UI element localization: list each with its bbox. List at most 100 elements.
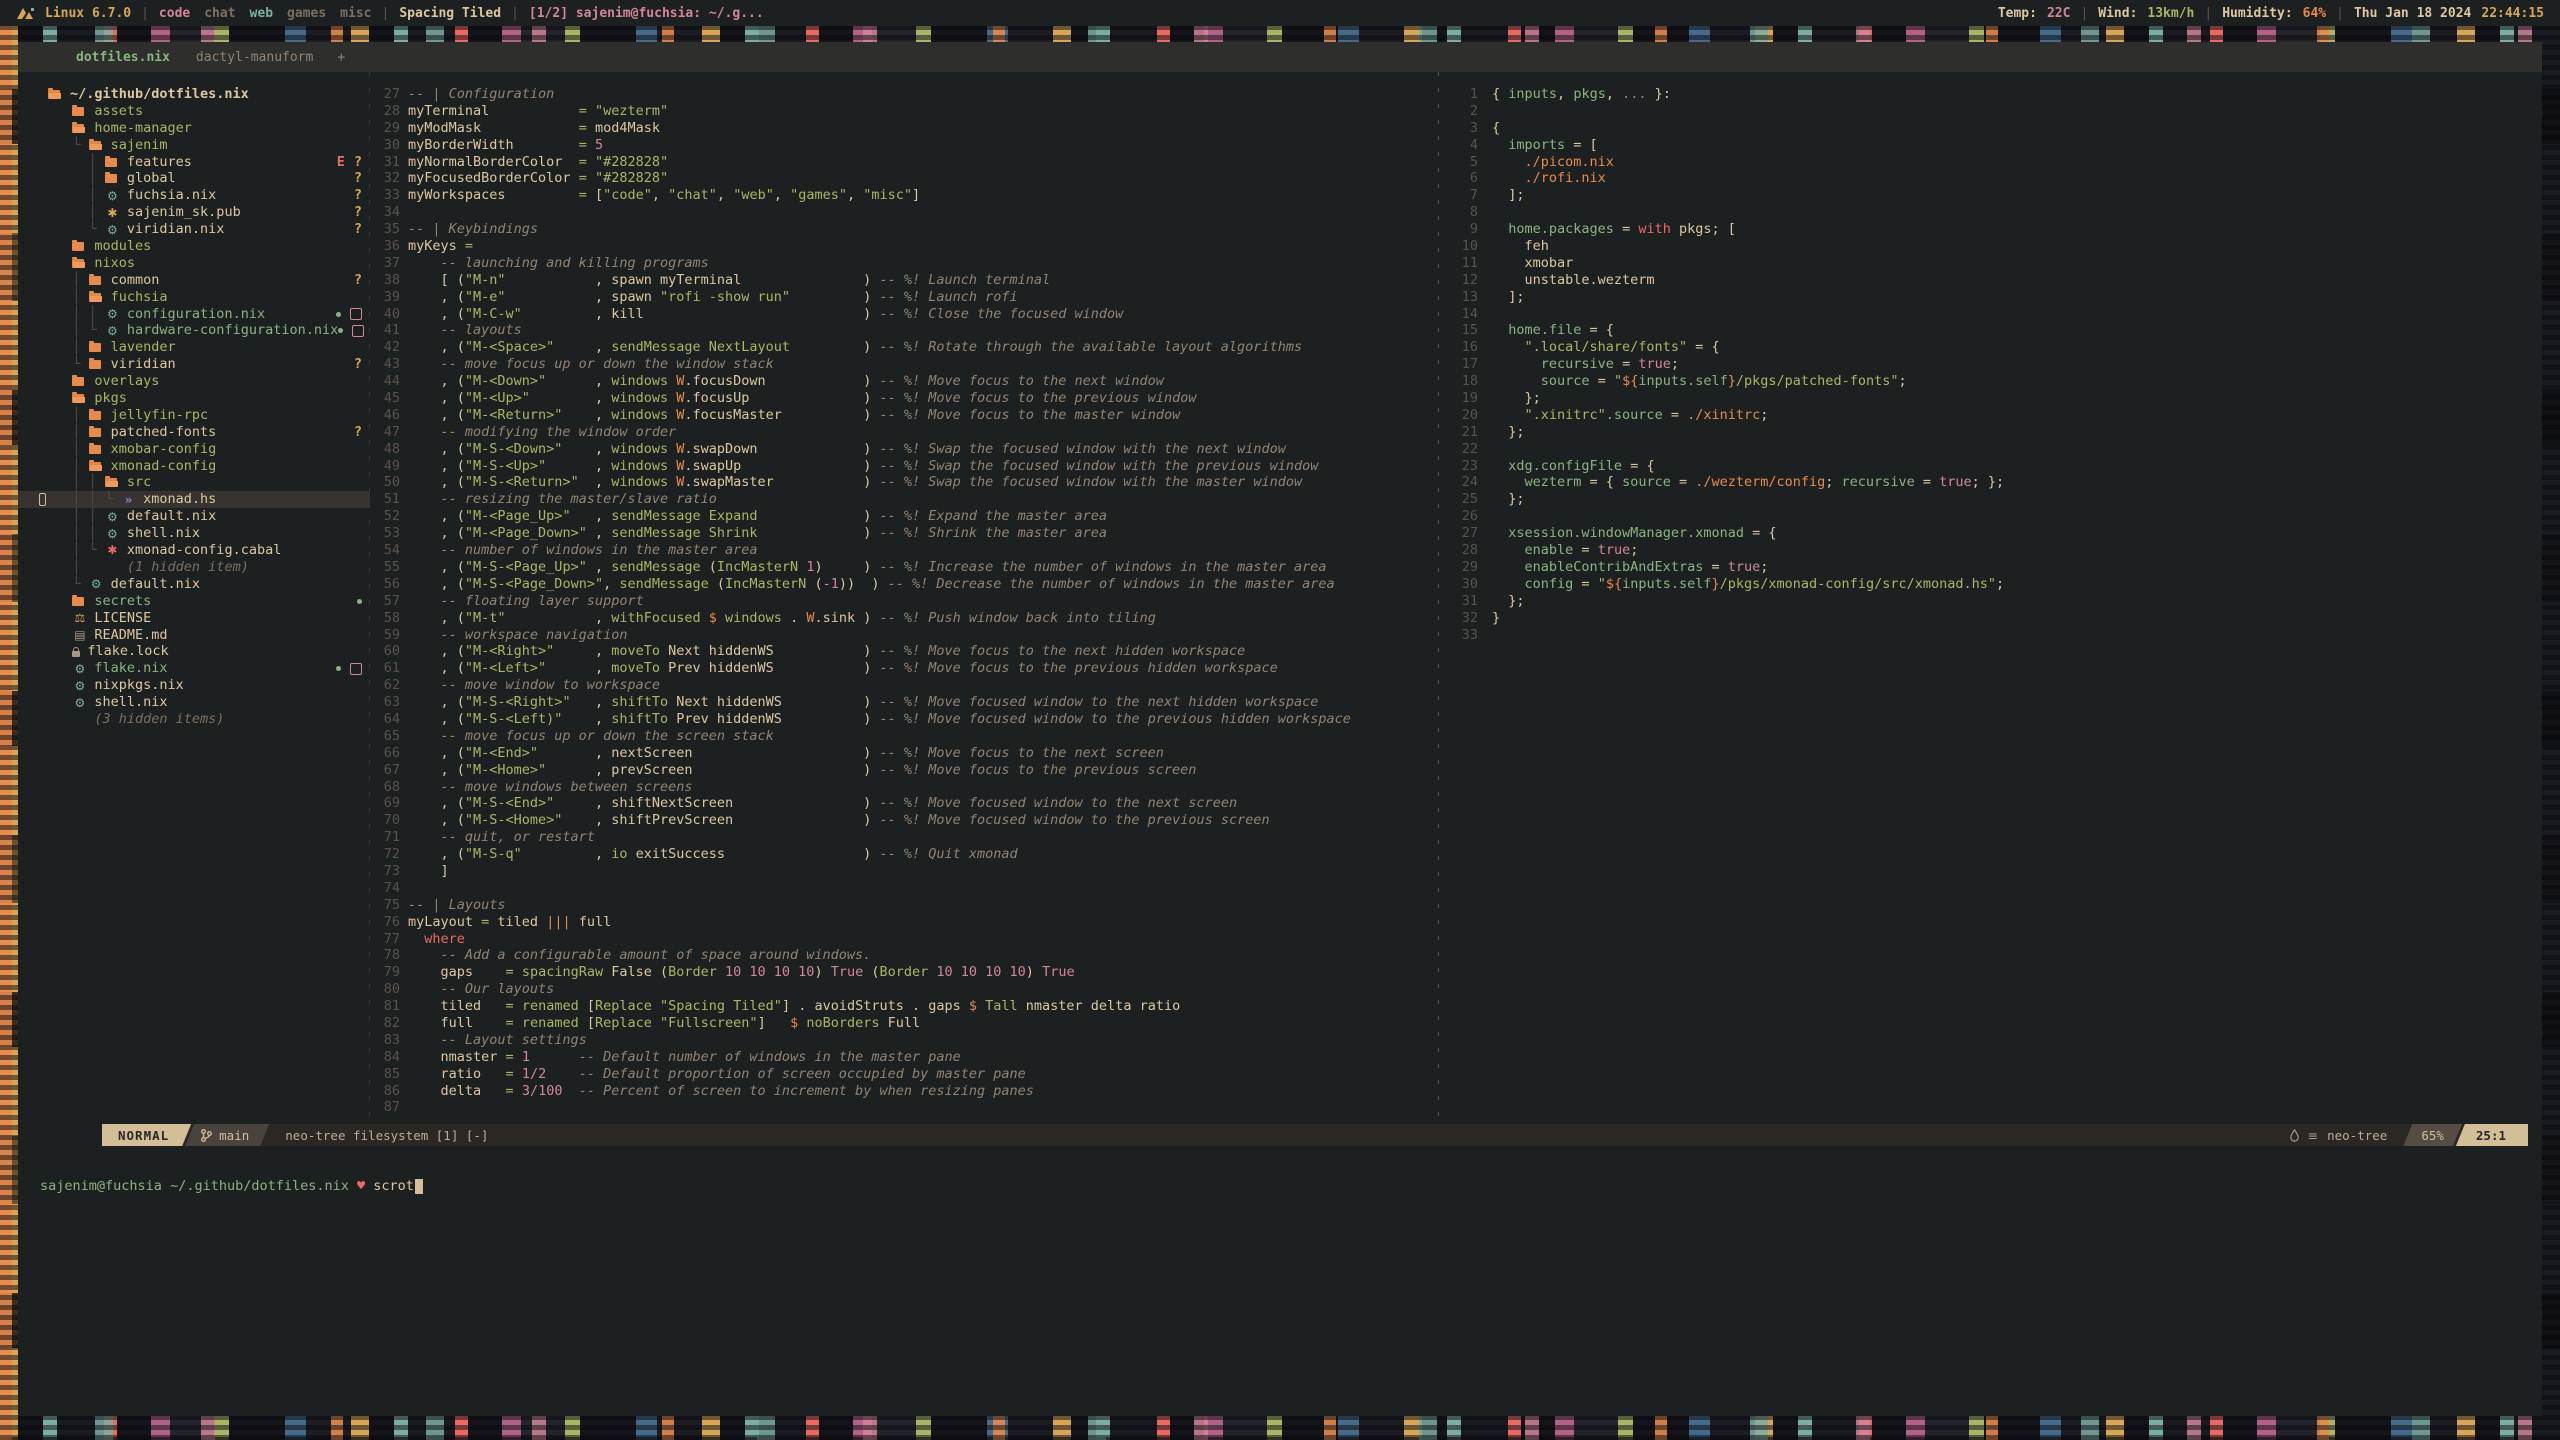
code-line: 70 , ("M-S-<Home>" , shiftPrevScreen ) -… [370, 812, 1438, 829]
tree-item--1-hidden-item-[interactable]: │ (1 hidden item) [18, 559, 370, 576]
code-text: , ("M-S-<Right>" , shiftTo Next hiddenWS… [408, 694, 1318, 711]
tree-item-label: fuchsia [111, 289, 168, 306]
code-text: , ("M-S-q" , io exitSuccess ) -- %! Quit… [408, 846, 1018, 863]
tab-dotfiles[interactable]: dotfiles.nix [76, 50, 170, 65]
cursor-position: 25:1 [2456, 1124, 2528, 1146]
tree-item-label: xmonad.hs [143, 491, 216, 508]
tree-item--.github-dotfiles.nix[interactable]: ~/.github/dotfiles.nix [18, 86, 370, 103]
tree-item-flake.lock[interactable]: flake.lock [18, 643, 370, 660]
license-scales-icon: ⚖ [72, 612, 87, 624]
nix-gear-icon: ⚙ [105, 190, 120, 202]
tree-item-src[interactable]: │ │ src [18, 474, 370, 491]
untracked-badge: ? [354, 187, 362, 204]
indent-guide: │ [48, 339, 89, 356]
tree-item-features[interactable]: │ featuresE? [18, 154, 370, 171]
window-separator[interactable] [1438, 72, 1439, 1124]
folder-icon [72, 597, 84, 606]
tree-item-nixos[interactable]: nixos [18, 255, 370, 272]
separator: | [2080, 6, 2088, 21]
tree-item-label: configuration.nix [127, 306, 265, 323]
code-line: 32myFocusedBorderColor = "#282828" [370, 170, 1438, 187]
editor-pane-xmonad-hs[interactable]: 27-- | Configuration28myTerminal = "wezt… [370, 86, 1438, 1116]
code-line: 18 source = "${inputs.self}/pkgs/patched… [1442, 373, 2532, 390]
lock-icon [72, 651, 80, 657]
tree-item-assets[interactable]: assets [18, 103, 370, 120]
tree-item-modules[interactable]: modules [18, 238, 370, 255]
git-branch-icon [201, 1129, 212, 1142]
tree-item-default.nix[interactable]: │ │ ⚙default.nix [18, 508, 370, 525]
tab-dactyl-manuform[interactable]: dactyl-manuform [196, 50, 313, 65]
editor-pane-nix[interactable]: 1{ inputs, pkgs, ... }:23{4 imports = [5… [1442, 86, 2532, 643]
tree-item-flake.nix[interactable]: ⚙flake.nix [18, 660, 370, 677]
code-line: 31 }; [1442, 593, 2532, 610]
tree-item--3-hidden-items-[interactable]: (3 hidden items) [18, 711, 370, 728]
mode-indicator: NORMAL [102, 1124, 191, 1146]
scroll-percent: 65% [2403, 1124, 2462, 1146]
tree-item-xmonad-config.cabal[interactable]: │ └ ✱xmonad-config.cabal [18, 542, 370, 559]
code-line: 35-- | Keybindings [370, 221, 1438, 238]
line-number: 66 [370, 745, 400, 762]
tree-item-sajenim-sk.pub[interactable]: │ ✱sajenim_sk.pub? [18, 204, 370, 221]
workspace-games[interactable]: games [287, 6, 326, 21]
tree-item-fuchsia.nix[interactable]: │ ⚙fuchsia.nix? [18, 187, 370, 204]
tree-item-shell.nix[interactable]: │ │ ⚙shell.nix [18, 525, 370, 542]
tree-item-fuchsia[interactable]: │ fuchsia [18, 289, 370, 306]
tree-item-patched-fonts[interactable]: │ patched-fonts? [18, 424, 370, 441]
tree-item-hardware-configuration.nix[interactable]: │ └ ⚙hardware-configuration.nix [18, 322, 370, 339]
tree-item-lavender[interactable]: │ lavender [18, 339, 370, 356]
code-text: ./rofi.nix [1492, 170, 1606, 187]
tree-item-overlays[interactable]: overlays [18, 373, 370, 390]
workspace-misc[interactable]: misc [340, 6, 371, 21]
indent-guide: │ [48, 272, 89, 289]
nix-gear-icon: ⚙ [105, 224, 120, 236]
tree-item-xmonad.hs[interactable]: │ │ └ »xmonad.hs [18, 491, 370, 508]
neo-tree-panel[interactable]: ~/.github/dotfiles.nix assets home-manag… [18, 86, 370, 728]
tree-item-global[interactable]: │ global? [18, 170, 370, 187]
line-number: 29 [370, 120, 400, 137]
tree-item-viridian.nix[interactable]: └ ⚙viridian.nix? [18, 221, 370, 238]
workspace-web[interactable]: web [250, 6, 273, 21]
code-line: 10 feh [1442, 238, 2532, 255]
tree-item-shell.nix[interactable]: ⚙shell.nix [18, 694, 370, 711]
line-number: 27 [1442, 525, 1478, 542]
tree-item-xmonad-config[interactable]: │ xmonad-config [18, 458, 370, 475]
new-tab-button[interactable]: + [337, 50, 345, 65]
workspace-code[interactable]: code [159, 6, 190, 21]
code-text: ]; [1492, 289, 1525, 306]
line-number: 86 [370, 1083, 400, 1100]
indent-guide: │ └ [48, 322, 105, 339]
code-line: 30 config = "${inputs.self}/pkgs/xmonad-… [1442, 576, 2532, 593]
code-text: { [1492, 120, 1500, 137]
tree-item-viridian[interactable]: └ viridian? [18, 356, 370, 373]
code-line: 61 , ("M-<Left>" , moveTo Prev hiddenWS … [370, 660, 1438, 677]
tree-item-nixpkgs.nix[interactable]: ⚙nixpkgs.nix [18, 677, 370, 694]
humidity-label: Humidity: [2222, 6, 2292, 21]
tree-item-secrets[interactable]: secrets [18, 593, 370, 610]
indent-guide: │ │ [48, 474, 105, 491]
tree-item-LICENSE[interactable]: ⚖LICENSE [18, 610, 370, 627]
code-text: ./picom.nix [1492, 154, 1614, 171]
workspace-chat[interactable]: chat [204, 6, 235, 21]
code-line: 1{ inputs, pkgs, ... }: [1442, 86, 2532, 103]
tree-item-label: xmobar-config [111, 441, 217, 458]
tree-item-common[interactable]: │ common? [18, 272, 370, 289]
code-text: , ("M-<Left>" , moveTo Prev hiddenWS ) -… [408, 660, 1278, 677]
tree-item-pkgs[interactable]: pkgs [18, 390, 370, 407]
shell-prompt[interactable]: sajenim@fuchsia ~/.github/dotfiles.nix ♥… [40, 1178, 423, 1194]
indent-guide: │ [48, 187, 105, 204]
tree-item-README.md[interactable]: ▤README.md [18, 627, 370, 644]
untracked-badge: ? [354, 170, 362, 187]
tree-item-label: src [127, 474, 151, 491]
tree-item-label: (3 hidden items) [94, 711, 224, 728]
typed-command: scrot [373, 1178, 414, 1194]
tree-item-xmobar-config[interactable]: │ xmobar-config [18, 441, 370, 458]
separator: | [2204, 6, 2212, 21]
tree-item-sajenim[interactable]: └ sajenim [18, 137, 370, 154]
git-branch-segment: main [185, 1124, 269, 1146]
tree-item-jellyfin-rpc[interactable]: │ jellyfin-rpc [18, 407, 370, 424]
line-number: 74 [370, 880, 400, 897]
tree-item-default.nix[interactable]: └ ⚙default.nix [18, 576, 370, 593]
code-text: ] [408, 863, 449, 880]
tree-item-configuration.nix[interactable]: │ │ ⚙configuration.nix [18, 306, 370, 323]
tree-item-home-manager[interactable]: home-manager [18, 120, 370, 137]
